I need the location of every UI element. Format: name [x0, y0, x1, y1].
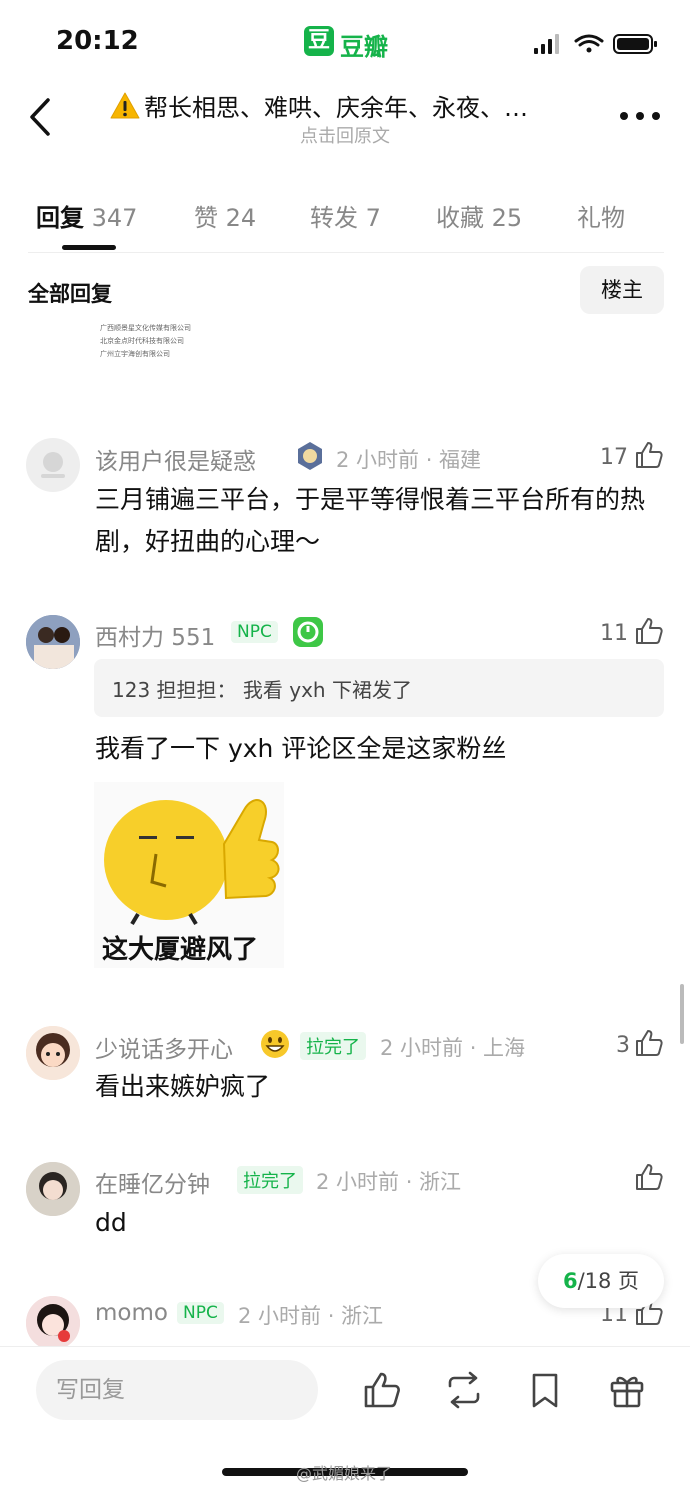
- grin-emoji-icon: [261, 1030, 289, 1058]
- like-count: 17: [600, 445, 628, 470]
- app-name: 豆瓣: [340, 33, 388, 61]
- tab-count: 25: [491, 204, 523, 232]
- all-replies-heading: 全部回复: [28, 282, 112, 306]
- tab-label: 回复: [36, 204, 84, 232]
- tab-likes[interactable]: 赞 24: [194, 198, 256, 233]
- avatar-photo: [26, 1296, 80, 1350]
- comment-username[interactable]: momo: [95, 1300, 168, 1326]
- signal-icon: [534, 34, 559, 54]
- like-icon[interactable]: [362, 1370, 402, 1410]
- battery-icon: [613, 34, 657, 54]
- like-icon[interactable]: [634, 440, 664, 470]
- avatar[interactable]: [26, 1296, 80, 1350]
- reply-input[interactable]: [36, 1360, 318, 1420]
- back-to-original-link[interactable]: 点击回原文: [0, 122, 690, 148]
- quoted-reply-text: 123 担担担： 我看 yxh 下裙发了: [112, 678, 412, 702]
- tab-collections[interactable]: 收藏 25: [436, 198, 522, 233]
- repost-icon[interactable]: [444, 1370, 484, 1410]
- comment-meta: 2 小时前 · 福建: [336, 448, 482, 472]
- current-page: 6: [562, 1269, 578, 1293]
- comment-text: 看出来嫉妒疯了: [95, 1072, 271, 1101]
- comment-username[interactable]: 在睡亿分钟: [95, 1165, 210, 1199]
- default-avatar-icon: [41, 452, 65, 478]
- like-icon[interactable]: [634, 1028, 664, 1058]
- user-tag: 拉完了: [237, 1166, 303, 1194]
- badge-icon: [298, 442, 322, 470]
- bookmark-icon[interactable]: [525, 1370, 565, 1410]
- avatar[interactable]: [26, 438, 80, 492]
- watermark: @武媚娘来了: [296, 1464, 393, 1483]
- scrollbar[interactable]: [680, 984, 684, 1044]
- tab-label: 赞: [194, 204, 218, 232]
- divider: [28, 252, 664, 253]
- comment-meta: 2 小时前 · 浙江: [238, 1304, 384, 1328]
- douban-logo-icon: 豆: [304, 26, 334, 56]
- comment-text: 我看了一下 yxh 评论区全是这家粉丝: [95, 734, 507, 763]
- status-time: 20:12: [56, 26, 139, 56]
- status-icons: [534, 34, 657, 54]
- comment-username[interactable]: 该用户很是疑惑: [95, 442, 256, 476]
- like-icon[interactable]: [634, 1162, 664, 1192]
- avatar-photo: [26, 1026, 80, 1080]
- tab-label: 收藏: [436, 204, 484, 232]
- tab-gifts[interactable]: 礼物: [577, 198, 625, 233]
- avatar-photo: [26, 1162, 80, 1216]
- user-tag: 拉完了: [300, 1032, 366, 1060]
- tab-replies[interactable]: 回复 347: [36, 198, 137, 233]
- npc-tag: NPC: [231, 621, 278, 643]
- like-icon[interactable]: [634, 616, 664, 646]
- tab-count: 347: [91, 204, 138, 232]
- more-icon[interactable]: [618, 108, 662, 124]
- comment-meta: 2 小时前 · 上海: [380, 1036, 526, 1060]
- warning-icon: [110, 92, 140, 119]
- page-indicator[interactable]: 6/18 页: [538, 1254, 664, 1308]
- post-title-text: 帮长相思、难哄、庆余年、永夜、…: [144, 94, 528, 122]
- comment-username[interactable]: 西村力 551: [95, 618, 215, 652]
- sticker-caption: 这大厦避风了: [102, 935, 259, 965]
- tab-label: 转发: [310, 204, 358, 232]
- avatar-photo: [26, 615, 80, 669]
- clipped-reply-image: 广西顺景星文化传媒有限公司 北京金点时代科技有限公司 广州立宇海创有限公司: [100, 322, 290, 382]
- owner-only-button[interactable]: 楼主: [580, 266, 664, 314]
- gift-icon[interactable]: [607, 1370, 647, 1410]
- tab-count: 7: [365, 204, 381, 232]
- comment-username[interactable]: 少说话多开心: [95, 1030, 233, 1064]
- tab-reposts[interactable]: 转发 7: [310, 198, 381, 233]
- like-count: 3: [616, 1033, 630, 1058]
- comment-text: dd: [95, 1208, 127, 1237]
- badge-icon: [293, 617, 323, 647]
- comment-text: 三月铺遍三平台，于是平等得恨着三平台所有的热剧，好扭曲的心理～: [95, 485, 646, 556]
- tab-count: 24: [225, 204, 257, 232]
- total-pages: /18 页: [577, 1269, 640, 1293]
- image-text-line: 广西顺景星文化传媒有限公司: [100, 324, 191, 332]
- npc-tag: NPC: [177, 1302, 224, 1324]
- avatar[interactable]: [26, 1162, 80, 1216]
- active-tab-indicator: [62, 245, 116, 250]
- tab-label: 礼物: [577, 204, 625, 232]
- image-text-line: 北京金点时代科技有限公司: [100, 337, 184, 345]
- like-count: 11: [600, 621, 628, 646]
- wifi-icon: [574, 34, 604, 53]
- avatar[interactable]: [26, 1026, 80, 1080]
- image-text-line: 广州立宇海创有限公司: [100, 350, 170, 358]
- comment-meta: 2 小时前 · 浙江: [316, 1170, 462, 1194]
- avatar[interactable]: [26, 615, 80, 669]
